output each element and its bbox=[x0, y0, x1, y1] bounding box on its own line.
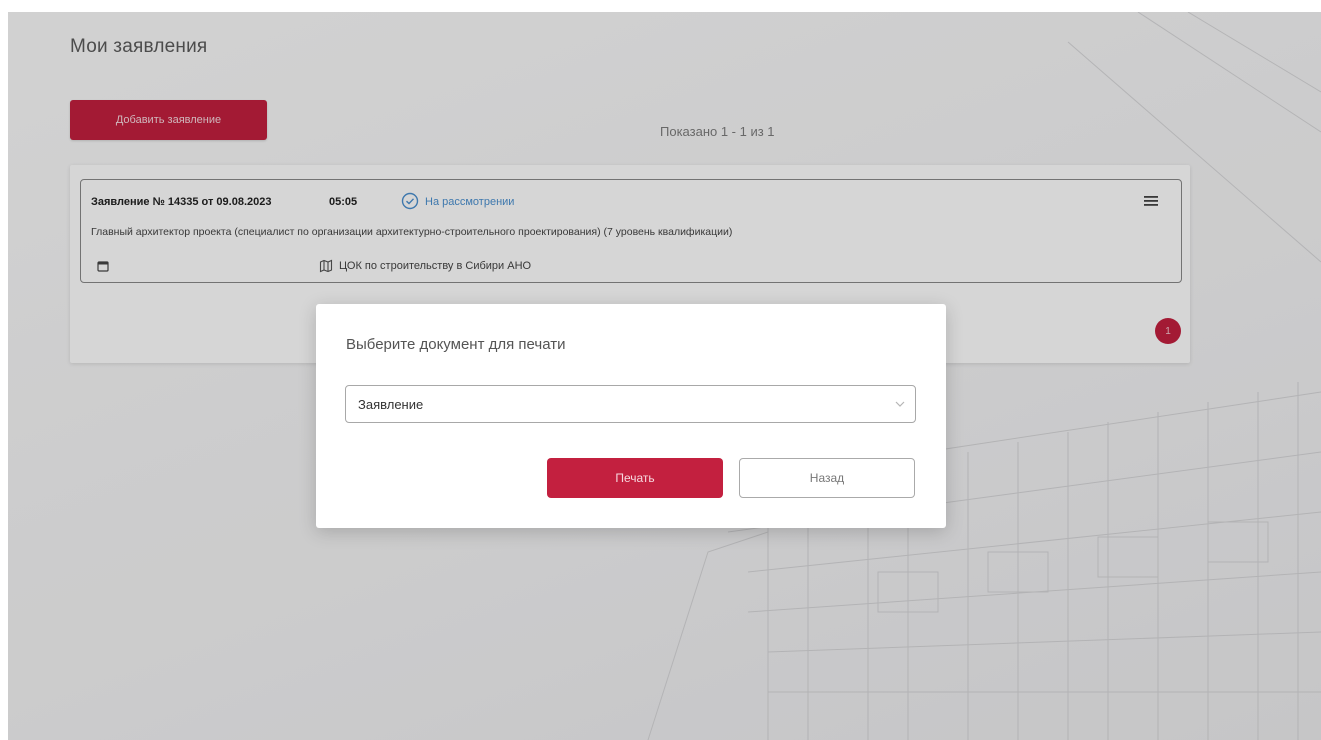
page: Мои заявления Добавить заявление Показан… bbox=[0, 0, 1321, 740]
dialog-title: Выберите документ для печати bbox=[346, 336, 566, 353]
top-frame bbox=[0, 0, 1321, 12]
document-select-value: Заявление bbox=[358, 397, 424, 412]
print-document-dialog: Выберите документ для печати Заявление П… bbox=[316, 304, 946, 528]
chevron-down-icon bbox=[895, 401, 905, 407]
document-select[interactable]: Заявление bbox=[345, 385, 916, 423]
print-button[interactable]: Печать bbox=[547, 458, 723, 498]
back-button[interactable]: Назад bbox=[739, 458, 915, 498]
